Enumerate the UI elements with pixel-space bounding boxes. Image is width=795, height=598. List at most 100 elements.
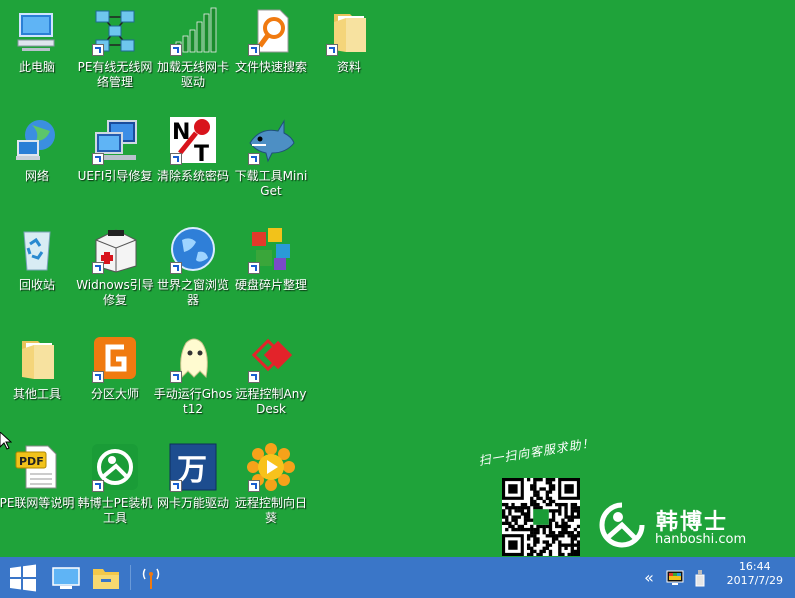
brand-url: hanboshi.com — [655, 532, 747, 547]
network-globe-icon — [12, 115, 62, 165]
tray-usb-button[interactable] — [690, 557, 710, 598]
network-manager-icon — [90, 6, 140, 56]
desktop-icon-label: 网络 — [24, 169, 49, 183]
desktop-icon-pe-network-manager[interactable]: PE有线无线网络管理 — [76, 4, 154, 109]
svg-text:T: T — [194, 142, 209, 165]
computer-icon — [12, 6, 62, 56]
qr-code — [502, 478, 580, 556]
desktop-icon-file-search[interactable]: 文件快速搜索 — [232, 4, 310, 109]
toolbox-icon — [90, 224, 140, 274]
desktop-icon-label: PE有线无线网络管理 — [77, 60, 153, 89]
folder-icon — [324, 6, 374, 56]
clock-date: 2017/7/29 — [726, 574, 783, 587]
taskbar-separator — [130, 565, 131, 590]
desktop-icon-materials[interactable]: 资料 — [310, 4, 388, 109]
chevron-left-icon: « — [644, 568, 654, 587]
desktop-icon-label: 清除系统密码 — [156, 169, 229, 183]
desktop-icon-theworld-browser[interactable]: 世界之窗浏览器 — [154, 222, 232, 327]
desktop-icon-disk-defrag[interactable]: 硬盘碎片整理 — [232, 222, 310, 327]
shortcut-arrow-icon — [248, 371, 260, 383]
desktop-icon-network[interactable]: 网络 — [0, 113, 76, 218]
taskbar-desktop-button[interactable] — [48, 557, 84, 598]
desktop-icon-windows-boot-repair[interactable]: Widnows引导修复 — [76, 222, 154, 327]
desktop-icon-partition-master[interactable]: 分区大师 — [76, 331, 154, 436]
tray-clock[interactable]: 16:44 2017/7/29 — [727, 560, 783, 588]
pdf-icon: PDF — [12, 442, 62, 492]
desktop-icon-label: 远程控制AnyDesk — [235, 387, 307, 416]
password-clear-icon: NT — [168, 115, 218, 165]
shortcut-arrow-icon — [170, 153, 182, 165]
wan-driver-icon: 万 — [168, 442, 218, 492]
desktop-icon-miniget[interactable]: 下载工具MiniGet — [232, 113, 310, 218]
tray-show-hidden-button[interactable]: « — [640, 557, 658, 598]
windows-logo-icon — [10, 564, 36, 591]
start-button[interactable] — [0, 557, 46, 598]
file-explorer-icon — [93, 568, 119, 589]
defrag-icon — [246, 224, 296, 274]
desktop: 此电脑 PE有线无线网络管理 加载无线网卡驱动 文件快速搜索 资料 网络 UEF… — [0, 0, 795, 557]
shortcut-arrow-icon — [92, 262, 104, 274]
desktop-icon-label: 硬盘碎片整理 — [234, 278, 307, 292]
shortcut-arrow-icon — [248, 262, 260, 274]
desktop-icon-this-pc[interactable]: 此电脑 — [0, 4, 76, 109]
shortcut-arrow-icon — [92, 480, 104, 492]
partition-icon — [90, 333, 140, 383]
shortcut-arrow-icon — [326, 44, 338, 56]
mouse-cursor-icon — [0, 431, 13, 450]
desktop-icon-hanboshi-installer[interactable]: 韩博士PE装机工具 — [76, 440, 154, 545]
desktop-icon-label: PE联网等说明 — [0, 496, 75, 510]
taskbar: « 16:44 2017/7/29 — [0, 557, 795, 598]
tray-display-icon-button[interactable] — [664, 557, 686, 598]
desktop-icon-label: 世界之窗浏览器 — [156, 278, 229, 307]
desktop-icon-label: 网卡万能驱动 — [156, 496, 229, 510]
antenna-icon — [142, 568, 160, 589]
desktop-icon-label: 分区大师 — [90, 387, 139, 401]
desktop-icon-label: 资料 — [336, 60, 361, 74]
desktop-icon-label: UEFI引导修复 — [77, 169, 153, 183]
desktop-icon-load-wireless-driver[interactable]: 加载无线网卡驱动 — [154, 4, 232, 109]
shortcut-arrow-icon — [170, 371, 182, 383]
folder-icon — [12, 333, 62, 383]
promo-scan-text: 扫一扫向客服求助！ — [477, 435, 596, 469]
shortcut-arrow-icon — [170, 44, 182, 56]
desktop-icon-label: 加载无线网卡驱动 — [156, 60, 229, 89]
desktop-icon-ghost12[interactable]: 手动运行Ghost12 — [154, 331, 232, 436]
desktop-icon-uefi-repair[interactable]: UEFI引导修复 — [76, 113, 154, 218]
browser-globe-icon — [168, 224, 218, 274]
taskbar-file-explorer-button[interactable] — [88, 557, 124, 598]
recycle-bin-icon — [12, 224, 62, 274]
anydesk-icon — [246, 333, 296, 383]
desktop-icon-label: Widnows引导修复 — [76, 278, 154, 307]
wireless-signal-icon — [168, 6, 218, 56]
desktop-icon-other-tools[interactable]: 其他工具 — [0, 331, 76, 436]
monitor-icon — [52, 566, 80, 589]
shortcut-arrow-icon — [248, 480, 260, 492]
desktop-icon-anydesk[interactable]: 远程控制AnyDesk — [232, 331, 310, 436]
shortcut-arrow-icon — [92, 153, 104, 165]
desktop-icon-label: 手动运行Ghost12 — [153, 387, 233, 416]
display-settings-icon — [666, 570, 684, 585]
desktop-icon-recycle-bin[interactable]: 回收站 — [0, 222, 76, 327]
clock-time: 16:44 — [738, 560, 771, 573]
shortcut-arrow-icon — [170, 262, 182, 274]
shortcut-arrow-icon — [248, 153, 260, 165]
hanboshi-logo-icon — [596, 501, 648, 549]
svg-text:PDF: PDF — [19, 455, 44, 468]
ghost-icon — [168, 333, 218, 383]
shortcut-arrow-icon — [170, 480, 182, 492]
shark-download-icon — [246, 115, 296, 165]
usb-drive-icon — [695, 569, 705, 586]
desktop-icon-universal-nic-driver[interactable]: 万 网卡万能驱动 — [154, 440, 232, 545]
desktop-icon-label: 其他工具 — [12, 387, 61, 401]
desktop-icon-sunflower-remote[interactable]: 远程控制向日葵 — [232, 440, 310, 545]
desktop-icon-clear-password[interactable]: NT 清除系统密码 — [154, 113, 232, 218]
desktop-icon-label: 文件快速搜索 — [234, 60, 307, 74]
shortcut-arrow-icon — [92, 44, 104, 56]
desktop-icon-label: 韩博士PE装机工具 — [77, 496, 153, 525]
desktop-icon-pe-network-guide[interactable]: PDF PE联网等说明 — [0, 440, 76, 545]
taskbar-network-tool-button[interactable] — [136, 557, 166, 598]
hanboshi-installer-icon — [90, 442, 140, 492]
shortcut-arrow-icon — [248, 44, 260, 56]
desktop-icon-label: 此电脑 — [18, 60, 55, 74]
desktop-icon-label: 下载工具MiniGet — [234, 169, 308, 198]
